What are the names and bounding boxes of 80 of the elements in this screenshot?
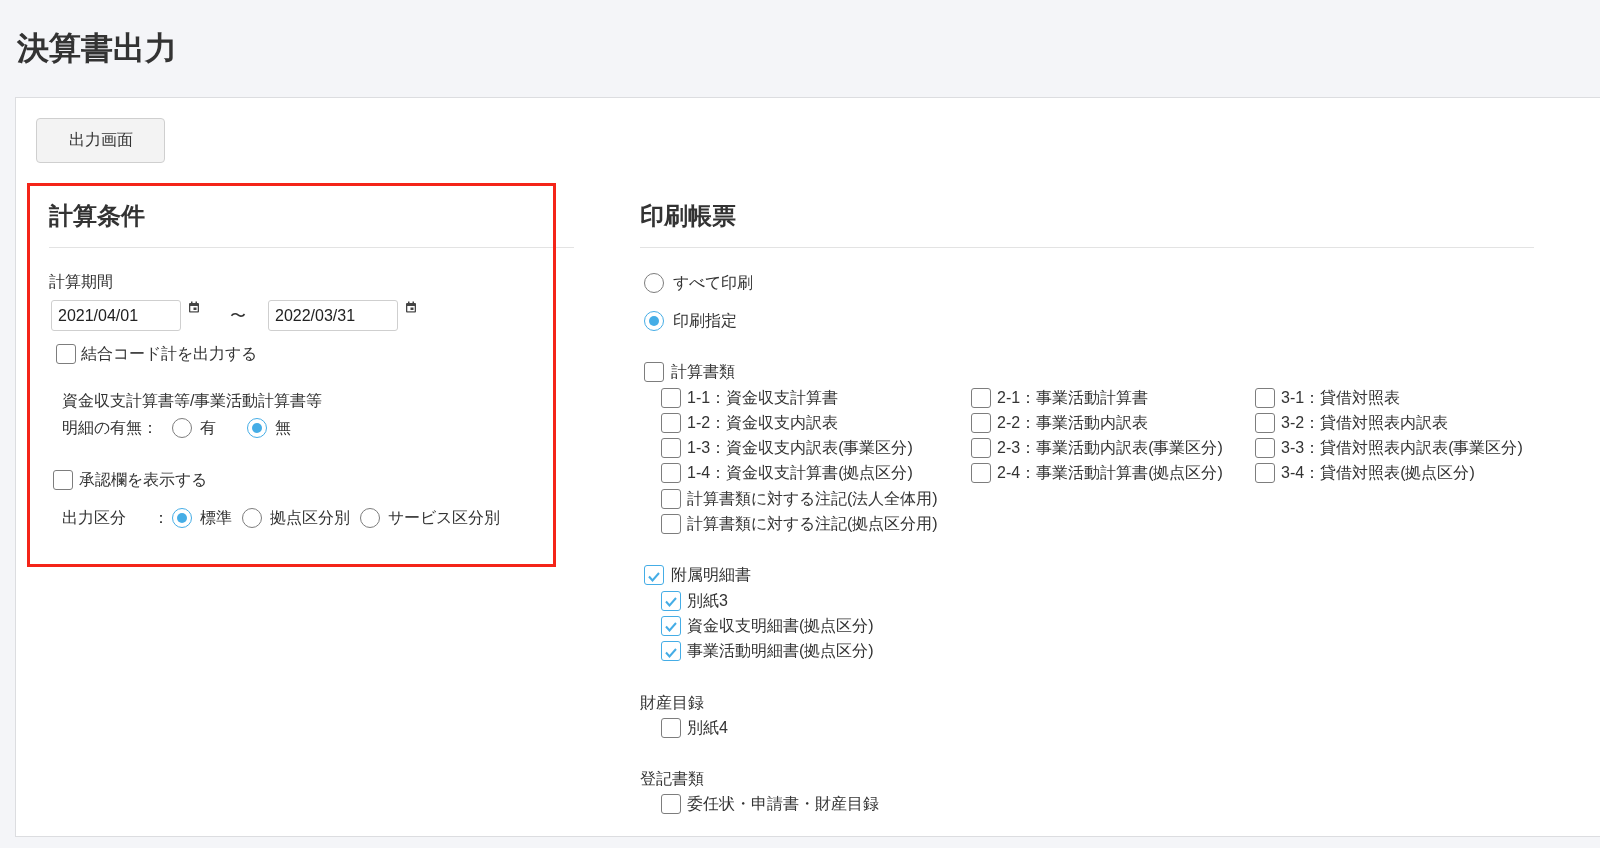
option-label: 有 xyxy=(200,417,216,438)
output-screen-button[interactable]: 出力画面 xyxy=(36,118,165,163)
field-label: 明細の有無： xyxy=(62,417,158,438)
group-label: 計算書類 xyxy=(671,362,735,383)
option-label: 3-1：貸借対照表 xyxy=(1281,387,1401,408)
option-label: 委任状・申請書・財産目録 xyxy=(687,794,879,815)
field-label: 計算期間 xyxy=(49,272,113,292)
checkbox[interactable] xyxy=(971,387,991,408)
radio-button[interactable] xyxy=(172,507,192,528)
option-label: 承認欄を表示する xyxy=(79,470,207,491)
calendar-icon[interactable] xyxy=(405,301,417,313)
checkmark-icon xyxy=(665,647,677,658)
checkbox[interactable] xyxy=(644,565,664,586)
option-label: 2-3：事業活動内訳表(事業区分) xyxy=(997,438,1223,459)
checkbox[interactable] xyxy=(661,387,681,408)
field-label: 資金収支計算書等/事業活動計算書等 xyxy=(62,391,323,412)
option-label: サービス区分別 xyxy=(388,507,500,528)
checkbox[interactable] xyxy=(661,438,681,459)
checkbox[interactable] xyxy=(644,362,664,383)
option-label: 1-3：資金収支内訳表(事業区分) xyxy=(687,438,913,459)
checkbox[interactable] xyxy=(971,438,991,459)
page-title: 決算書出力 xyxy=(17,29,177,67)
checkbox[interactable] xyxy=(661,463,681,484)
section-heading: 印刷帳票 xyxy=(640,201,736,231)
checkbox[interactable] xyxy=(661,590,681,611)
checkmark-icon xyxy=(665,622,677,633)
option-label: 3-3：貸借対照表内訳表(事業区分) xyxy=(1281,438,1523,459)
field-label: 出力区分 xyxy=(62,507,126,528)
option-label: 事業活動明細書(拠点区分) xyxy=(687,641,874,662)
checkbox[interactable] xyxy=(661,717,681,738)
checkbox[interactable] xyxy=(661,641,681,662)
group-heading: 財産目録 xyxy=(640,692,704,713)
date-field[interactable]: 2021/04/01 xyxy=(51,300,181,331)
option-label: 1-2：資金収支内訳表 xyxy=(687,412,839,433)
checkbox[interactable] xyxy=(971,463,991,484)
radio-button[interactable] xyxy=(360,507,380,528)
checkbox[interactable] xyxy=(661,794,681,815)
option-label: すべて印刷 xyxy=(673,272,753,293)
option-label: 資金収支明細書(拠点区分) xyxy=(687,615,874,636)
group-heading: 登記書類 xyxy=(640,769,704,790)
option-label: 1-4：資金収支計算書(拠点区分) xyxy=(687,463,913,484)
radio-button[interactable] xyxy=(242,507,262,528)
option-label: 1-1：資金収支計算書 xyxy=(687,387,839,408)
checkmark-icon xyxy=(665,597,677,608)
checkbox[interactable] xyxy=(661,615,681,636)
option-label: 印刷指定 xyxy=(673,310,737,331)
option-label: 別紙3 xyxy=(687,590,728,611)
checkbox[interactable] xyxy=(1255,412,1275,433)
option-label: 拠点区分別 xyxy=(270,507,350,528)
calendar-icon[interactable] xyxy=(188,301,200,313)
option-label: 計算書類に対する注記(法人全体用) xyxy=(687,488,938,509)
checkbox[interactable] xyxy=(1255,438,1275,459)
group-label: 附属明細書 xyxy=(671,565,751,586)
checkmark-icon xyxy=(648,571,660,582)
section-heading: 計算条件 xyxy=(49,201,145,231)
checkbox[interactable] xyxy=(661,514,681,534)
option-label: 標準 xyxy=(200,507,232,528)
radio-button[interactable] xyxy=(172,417,192,438)
option-label: 3-4：貸借対照表(拠点区分) xyxy=(1281,463,1475,484)
checkbox[interactable] xyxy=(971,412,991,433)
radio-button[interactable] xyxy=(247,417,267,438)
option-label: 別紙4 xyxy=(687,717,728,738)
colon-separator: ： xyxy=(153,507,169,528)
option-label: 計算書類に対する注記(拠点区分用) xyxy=(687,514,938,534)
radio-button[interactable] xyxy=(644,310,664,331)
range-separator: 〜 xyxy=(230,306,246,326)
checkbox[interactable] xyxy=(56,343,76,364)
checkbox[interactable] xyxy=(661,412,681,433)
option-label: 2-4：事業活動計算書(拠点区分) xyxy=(997,463,1223,484)
date-field[interactable]: 2022/03/31 xyxy=(268,300,398,331)
option-label: 2-1：事業活動計算書 xyxy=(997,387,1149,408)
option-label: 3-2：貸借対照表内訳表 xyxy=(1281,412,1449,433)
checkbox[interactable] xyxy=(53,470,73,491)
option-label: 2-2：事業活動内訳表 xyxy=(997,412,1149,433)
radio-button[interactable] xyxy=(644,272,664,293)
checkbox[interactable] xyxy=(661,488,681,509)
checkbox[interactable] xyxy=(1255,387,1275,408)
option-label: 結合コード計を出力する xyxy=(81,343,257,364)
option-label: 無 xyxy=(275,417,291,438)
checkbox[interactable] xyxy=(1255,463,1275,484)
